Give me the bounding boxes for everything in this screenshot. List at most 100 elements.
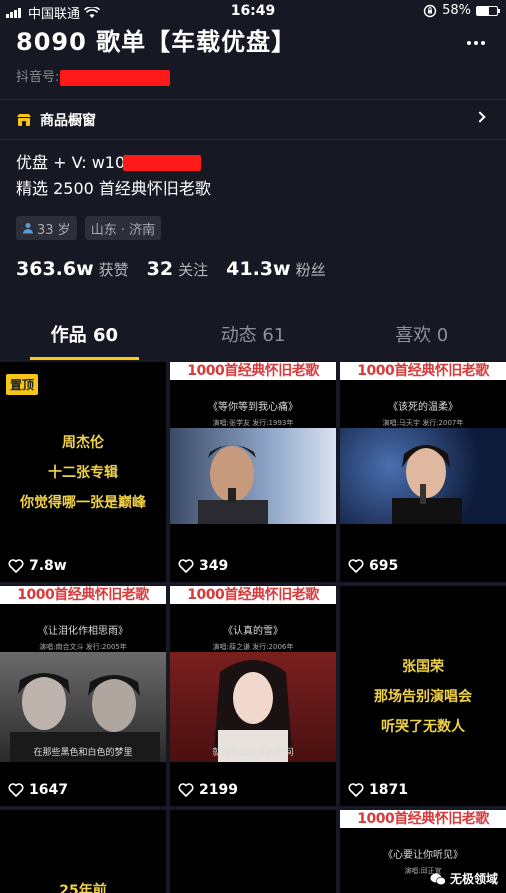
video-thumbnail[interactable]: 1000首经典怀旧老歌 《该死的温柔》 演唱:马天宇 发行:2007年 695	[340, 362, 506, 582]
content-tabs: 作品 60 动态 61 喜欢 0	[0, 318, 506, 360]
stat-label: 粉丝	[295, 261, 326, 279]
thumbnail-banner: 1000首经典怀旧老歌	[340, 810, 506, 828]
video-thumbnail[interactable]: 1000首经典怀旧老歌 《让泪化作相思雨》 演唱:南合文斗 发行:2005年 在…	[0, 586, 166, 806]
tab-works[interactable]: 作品 60	[0, 318, 169, 360]
shop-window-label: 商品橱窗	[40, 113, 96, 129]
location-label: 山东 · 济南	[90, 222, 156, 238]
stat-label: 获赞	[98, 261, 129, 279]
battery-icon	[476, 5, 500, 16]
heart-icon	[178, 559, 194, 573]
heart-icon	[8, 783, 24, 797]
douyin-id-label: 抖音号:	[16, 70, 60, 85]
like-count: 349	[178, 558, 228, 574]
more-dot	[474, 41, 478, 45]
thumbnail-line: 那场告别演唱会	[374, 689, 472, 705]
song-credits: 演唱:南合文斗 发行:2005年	[39, 643, 127, 651]
song-credits: 演唱:薛之谦 发行:2006年	[212, 643, 294, 651]
shop-window-row[interactable]: 商品橱窗	[16, 108, 490, 132]
like-count: 1871	[348, 782, 408, 798]
performer-photo	[340, 428, 506, 524]
chevron-right-icon	[474, 111, 486, 123]
song-title: 《心要让你听见》	[383, 850, 463, 861]
tab-activity[interactable]: 动态 61	[169, 318, 338, 358]
shop-icon	[17, 114, 31, 126]
song-credits: 演唱:马天宇 发行:2007年	[382, 419, 464, 427]
likes-stat: 363.6w 获赞	[16, 258, 129, 280]
song-credits: 演唱:张学友 发行:1993年	[212, 419, 294, 427]
thumbnail-line: 十二张专辑	[48, 465, 118, 481]
pinned-badge: 置顶	[6, 374, 39, 395]
like-count-value: 7.8w	[29, 558, 67, 574]
profile-stats: 363.6w 获赞 32 关注 41.3w 粉丝	[16, 258, 326, 280]
like-count: 1647	[8, 782, 68, 798]
like-count: 695	[348, 558, 398, 574]
heart-icon	[348, 559, 364, 573]
thumbnail-line: 你觉得哪一张是巅峰	[20, 495, 146, 511]
watermark: 无极领域	[430, 870, 498, 887]
video-thumbnail[interactable]: 1000首经典怀旧老歌 《认真的雪》 演唱:薛之谦 发行:2006年 就在你说分…	[170, 586, 336, 806]
video-thumbnail[interactable]	[170, 810, 336, 893]
profile-bio: 优盘 + V: w10 精选 2500 首经典怀旧老歌	[16, 150, 211, 202]
like-count-value: 349	[199, 558, 229, 574]
profile-header: 8090 歌单【车载优盘】	[16, 26, 490, 58]
divider	[0, 99, 506, 100]
performer-photo	[170, 428, 336, 524]
video-thumbnail[interactable]: 25年前	[0, 810, 166, 893]
thumbnail-line: 周杰伦	[62, 435, 104, 451]
video-thumbnail[interactable]: 张国荣 那场告别演唱会 听哭了无数人 1871	[340, 586, 506, 806]
thumbnail-text: 张国荣 那场告别演唱会 听哭了无数人	[340, 652, 506, 742]
age-tag: 33 岁	[16, 216, 77, 240]
profile-title: 8090 歌单【车载优盘】	[16, 28, 297, 56]
bio-line: 优盘 + V: w10	[16, 150, 211, 176]
performer-photo: 就在你说分手的瞬间	[170, 652, 336, 762]
video-grid: 置顶 周杰伦 十二张专辑 你觉得哪一张是巅峰 7.8w 1000首经典怀旧老歌 …	[0, 362, 506, 893]
location-tag: 山东 · 济南	[84, 216, 162, 240]
like-count-value: 695	[369, 558, 399, 574]
person-icon	[23, 223, 33, 234]
like-count-value: 2199	[199, 782, 238, 798]
status-right: 58%	[423, 3, 500, 18]
like-count-value: 1871	[369, 782, 408, 798]
status-bar: 中国联通 16:49 58%	[0, 0, 506, 22]
tab-likes[interactable]: 喜欢 0	[337, 318, 506, 358]
like-count: 2199	[178, 782, 238, 798]
thumbnail-banner: 1000首经典怀旧老歌	[0, 586, 166, 604]
video-caption: 在那些黑色和白色的梦里	[33, 748, 133, 758]
heart-icon	[348, 783, 364, 797]
battery-fill	[477, 6, 489, 15]
performer-photo-art	[198, 445, 268, 524]
heart-icon	[178, 783, 194, 797]
video-thumbnail[interactable]: 1000首经典怀旧老歌 《心要让你听见》 演唱:邱正宣 无极领域	[340, 810, 506, 893]
song-title: 《认真的雪》	[223, 626, 283, 637]
following-stat[interactable]: 32 关注	[147, 258, 208, 280]
thumbnail-text: 周杰伦 十二张专辑 你觉得哪一张是巅峰	[0, 428, 166, 518]
song-title: 《等你等到我心痛》	[208, 402, 298, 413]
stat-value: 32	[146, 258, 174, 280]
thumbnail-line: 张国荣	[402, 659, 444, 675]
like-count-value: 1647	[29, 782, 68, 798]
stat-value: 363.6w	[16, 258, 94, 280]
video-thumbnail[interactable]: 1000首经典怀旧老歌 《等你等到我心痛》 演唱:张学友 发行:1993年 34…	[170, 362, 336, 582]
followers-stat[interactable]: 41.3w 粉丝	[226, 258, 325, 280]
stat-value: 41.3w	[226, 258, 291, 280]
video-thumbnail[interactable]: 置顶 周杰伦 十二张专辑 你觉得哪一张是巅峰 7.8w	[0, 362, 166, 582]
stat-label: 关注	[178, 261, 209, 279]
battery-percent: 58%	[442, 3, 471, 18]
douyin-id: 抖音号:	[16, 66, 170, 86]
thumbnail-line: 听哭了无数人	[381, 719, 465, 735]
performer-photo: 在那些黑色和白色的梦里	[0, 652, 166, 762]
redacted-mark	[123, 155, 202, 171]
wechat-icon	[430, 873, 446, 885]
more-options-button[interactable]	[464, 33, 488, 53]
thumbnail-banner: 1000首经典怀旧老歌	[170, 586, 336, 604]
like-count: 7.8w	[8, 558, 67, 574]
redacted-mark	[59, 69, 170, 86]
divider	[0, 139, 506, 140]
rotation-lock-icon	[423, 4, 437, 17]
song-title: 《让泪化作相思雨》	[38, 626, 128, 637]
more-dot	[481, 41, 485, 45]
more-dot	[467, 41, 471, 45]
video-caption: 就在你说分手的瞬间	[212, 748, 294, 758]
thumbnail-line: 25年前	[59, 883, 107, 893]
song-title: 《该死的温柔》	[388, 402, 458, 413]
